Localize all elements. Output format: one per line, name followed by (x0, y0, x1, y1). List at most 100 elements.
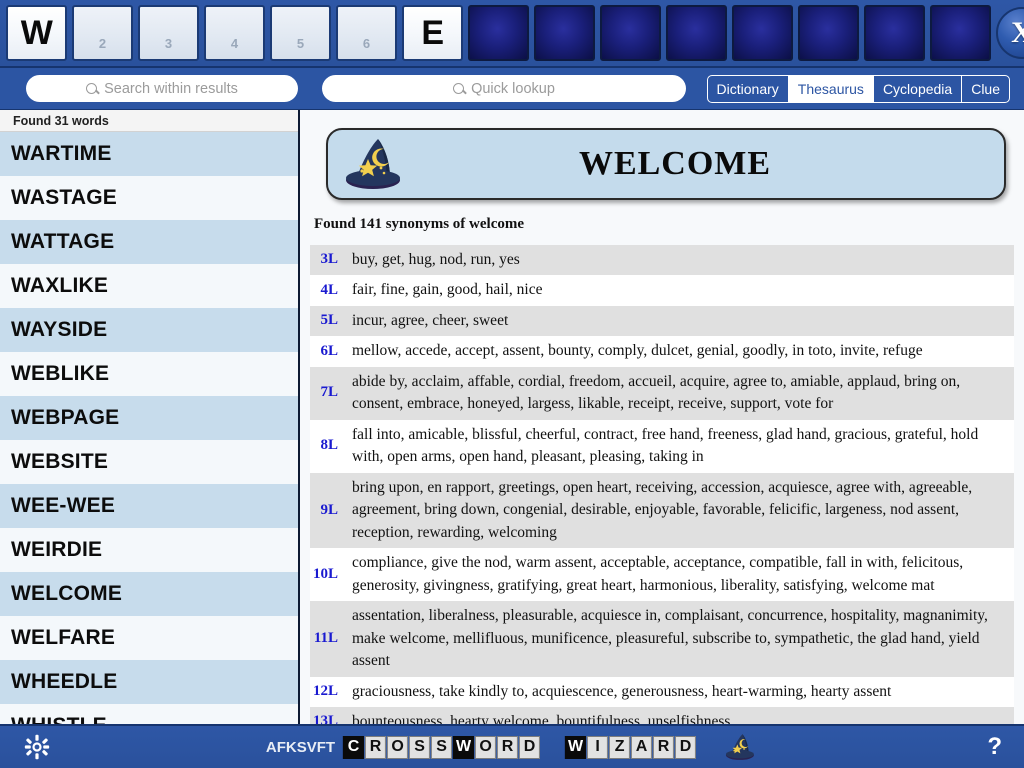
gear-icon[interactable] (24, 734, 50, 760)
letter-tile-3[interactable]: 3 (138, 5, 199, 61)
word-list-item[interactable]: WARTIME (0, 132, 298, 176)
close-button[interactable]: X (996, 7, 1024, 59)
found-words-header: Found 31 words (0, 110, 298, 132)
synonym-row[interactable]: 11L assentation, liberalness, pleasurable… (310, 601, 1014, 677)
synonym-row[interactable]: 10L compliance, give the nod, warm assent… (310, 548, 1014, 602)
brand-letter-tile: D (519, 735, 541, 759)
quick-lookup-placeholder: Quick lookup (471, 80, 555, 97)
found-synonyms-label: Found 141 synonyms of welcome (314, 216, 525, 232)
wizard-hat-icon (726, 734, 755, 760)
tab-thesaurus[interactable]: Thesaurus (788, 75, 874, 102)
word-list-item[interactable]: WEIRDIE (0, 528, 298, 572)
letter-tile-5[interactable]: 5 (270, 5, 331, 61)
word-list-item[interactable]: WEE-WEE (0, 484, 298, 528)
synonym-row[interactable]: 6L mellow, accede, accept, assent, bounty… (310, 336, 1014, 367)
brand-letter-tile: C (343, 735, 365, 759)
brand-letter-tile: I (587, 735, 609, 759)
letter-tile-9[interactable] (534, 5, 595, 61)
synonym-row[interactable]: 4L fair, fine, gain, good, hail, nice (310, 275, 1014, 306)
brand-letter-tile: A (631, 735, 653, 759)
synonym-words: assentation, liberalness, pleasurable, a… (344, 601, 1014, 677)
synonym-words: bring upon, en rapport, greetings, open … (344, 472, 1014, 549)
letter-tile-number: 2 (98, 36, 107, 51)
letter-tile-letter: E (421, 14, 444, 52)
letter-tile-11[interactable] (666, 5, 727, 61)
search-within-results-placeholder: Search within results (104, 80, 238, 97)
word-list-item[interactable]: WEBSITE (0, 440, 298, 484)
footer-bar: AFKSVFT CROSSWORD WIZARD ? (0, 724, 1024, 768)
synonym-row[interactable]: 7L abide by, acclaim, affable, cordial, f… (310, 366, 1014, 420)
synonym-row[interactable]: 9L bring upon, en rapport, greetings, ope… (310, 472, 1014, 549)
word-list-item[interactable]: WASTAGE (0, 176, 298, 220)
synonym-row[interactable]: 5L incur, agree, cheer, sweet (310, 305, 1014, 337)
search-icon (86, 83, 98, 94)
app-brand: AFKSVFT CROSSWORD WIZARD (266, 732, 758, 762)
word-list-item[interactable]: WAXLIKE (0, 264, 298, 308)
word-list-item[interactable]: WATTAGE (0, 220, 298, 264)
synonym-length-label: 6L (310, 336, 344, 367)
synonym-words: incur, agree, cheer, sweet (344, 305, 1014, 337)
letter-tile-13[interactable] (798, 5, 859, 61)
word-list-item[interactable]: WELFARE (0, 616, 298, 660)
word-list-item[interactable]: WHEEDLE (0, 660, 298, 704)
brand-letter-tile: Z (609, 735, 631, 759)
letter-tile-4[interactable]: 4 (204, 5, 265, 61)
letter-tile-7[interactable]: E (402, 5, 463, 61)
found-words-label: Found 31 words (13, 113, 109, 128)
word-list-item[interactable]: WELCOME (0, 572, 298, 616)
reference-mode-tabs: Dictionary Thesaurus Cyclopedia Clue (706, 74, 1010, 103)
synonym-row[interactable]: 3L buy, get, hug, nod, run, yes (310, 245, 1014, 276)
search-toolbar: Search within results Quick lookup Dicti… (0, 68, 1024, 110)
wizard-hat-icon (346, 139, 400, 189)
synonym-row[interactable]: 12L graciousness, take kindly to, acquies… (310, 676, 1014, 707)
tab-clue[interactable]: Clue (962, 76, 1009, 102)
letter-tile-letter: W (20, 14, 53, 52)
letter-tile-2[interactable]: 2 (72, 5, 133, 61)
brand-letter-tile: R (653, 735, 675, 759)
synonym-row[interactable]: 13L bounteousness, hearty welcome, bounti… (310, 706, 1014, 724)
word-list-item[interactable]: WHISTLE (0, 704, 298, 724)
synonym-length-label: 11L (310, 601, 344, 677)
brand-letter-tile: S (409, 735, 431, 759)
letter-tile-10[interactable] (600, 5, 661, 61)
crossword-wizard-app: W 2 3 4 5 6 E X Search within results Quick lo… (0, 0, 1024, 768)
word-list: WARTIME WASTAGE WATTAGE WAXLIKE WAYSIDE WEBLI… (0, 132, 298, 724)
letter-tile-14[interactable] (864, 5, 925, 61)
brand-letter-tile: D (675, 735, 697, 759)
close-icon: X (1011, 16, 1024, 49)
letter-tile-12[interactable] (732, 5, 793, 61)
letter-tile-6[interactable]: 6 (336, 5, 397, 61)
word-list-item[interactable]: WEBPAGE (0, 396, 298, 440)
page-title: WELCOME (578, 145, 772, 182)
letter-tile-number: 3 (164, 36, 173, 51)
synonym-length-label: 12L (310, 676, 344, 707)
synonym-length-label: 7L (310, 366, 344, 420)
synonym-words: buy, get, hug, nod, run, yes (344, 245, 1014, 276)
letter-tile-15[interactable] (930, 5, 991, 61)
quick-lookup-input[interactable]: Quick lookup (322, 75, 686, 102)
word-list-item[interactable]: WEBLIKE (0, 352, 298, 396)
synonym-words: compliance, give the nod, warm assent, a… (344, 548, 1014, 602)
tile-row: W 2 3 4 5 6 E (6, 5, 991, 61)
word-results-sidebar[interactable]: Found 31 words WARTIME WASTAGE WATTAGE WAXL… (0, 110, 300, 724)
synonym-words: fall into, amicable, blissful, cheerful,… (344, 419, 1014, 473)
brand-letter-tile: R (365, 735, 387, 759)
letter-tile-1[interactable]: W (6, 5, 67, 61)
word-list-item[interactable]: WAYSIDE (0, 308, 298, 352)
entry-title-card: WELCOME (326, 128, 1006, 200)
definition-pane: WELCOME Found 141 synonyms of welcome 3L… (300, 110, 1024, 724)
synonym-length-label: 8L (310, 419, 344, 473)
search-within-results-input[interactable]: Search within results (26, 75, 298, 102)
brand-letter-tile: S (431, 735, 453, 759)
letter-tile-8[interactable] (468, 5, 529, 61)
synonym-words: bounteousness, hearty welcome, bountiful… (344, 706, 1014, 724)
brand-letter-tile: O (475, 735, 497, 759)
synonym-row[interactable]: 8L fall into, amicable, blissful, cheerfu… (310, 419, 1014, 473)
help-button[interactable]: ? (987, 733, 1002, 761)
brand-letter-tile: W (565, 735, 587, 759)
search-icon (453, 83, 465, 94)
tab-cyclopedia[interactable]: Cyclopedia (874, 75, 963, 102)
brand-letter-tile: R (497, 735, 519, 759)
tab-dictionary[interactable]: Dictionary (708, 75, 789, 102)
letter-tile-bar: W 2 3 4 5 6 E X (0, 0, 1024, 68)
